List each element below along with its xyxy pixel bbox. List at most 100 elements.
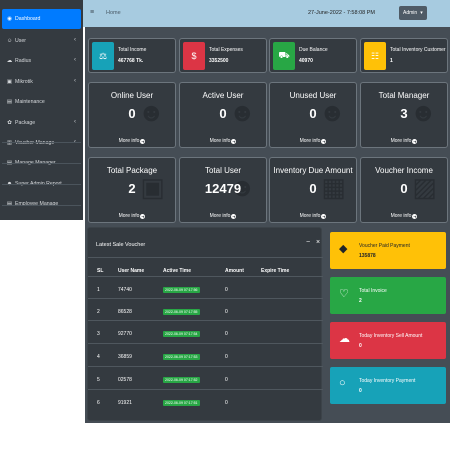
admin-label: Admin — [403, 10, 418, 16]
breadcrumb-home-link[interactable]: Home — [106, 10, 121, 16]
more-info-link[interactable]: More info ➜ — [361, 213, 447, 219]
more-info-label: More info — [209, 138, 231, 144]
heart-icon: ♡ — [339, 288, 349, 300]
row-sl: 3 — [97, 331, 100, 337]
more-info-link[interactable]: More info ➜ — [89, 213, 175, 219]
small-box-title: Online User — [110, 91, 154, 100]
dashboard-content: Latest Sale Voucher − × SL User Name Activ… — [85, 27, 450, 423]
column-header: Expire Time — [261, 268, 290, 274]
stat-box-due-balance: ⛟ Due Balance 40970 — [269, 38, 357, 73]
page: ◉ Dashboard ☺ User ‹ ☁ Radius ‹ ▣ Mikrotik ‹ ▤ Maint… — [0, 0, 450, 450]
sidebar-item-dashboard[interactable]: ◉ Dashboard — [2, 9, 81, 29]
stat-value: 467768 Tk. — [118, 58, 144, 64]
more-info-label: More info — [390, 138, 412, 144]
info-card-total-invoice: ♡ Total Invoice 2 — [330, 277, 446, 314]
arrow-circle-right-icon: ➜ — [321, 139, 327, 144]
tag-icon: ◆ — [339, 243, 348, 255]
small-box-online-user: ☻ Online User 0 More info ➜ — [88, 82, 176, 148]
close-button[interactable]: × — [316, 239, 320, 246]
table-row-divider — [88, 276, 323, 277]
maintenance-icon: ▤ — [6, 99, 13, 105]
sidebar-item-mikrotik[interactable]: ▣ Mikrotik ‹ — [2, 72, 81, 92]
sidebar-item-user[interactable]: ☺ User ‹ — [2, 31, 81, 51]
sidebar-item-radius[interactable]: ☁ Radius ‹ — [2, 51, 81, 71]
small-box-total-package: ▣ Total Package 2 More info ➜ — [88, 157, 176, 223]
dashboard-icon: ◉ — [7, 16, 12, 22]
stat-box-total-inventory-customer: ☷ Total Inventory Customer 1 — [360, 38, 448, 73]
small-box-title: Total User — [204, 166, 241, 175]
voucher-icon: ▥ — [6, 140, 13, 146]
table-row-divider — [88, 320, 323, 321]
sidebar-item-package[interactable]: ✿ Package ‹ — [2, 113, 81, 133]
small-box-value: 0 — [219, 106, 227, 121]
small-box-title: Unused User — [289, 91, 337, 100]
sidebar-item-voucher-manage[interactable]: ▥Voucher Manage‹ — [2, 133, 81, 153]
sidebar-divider — [2, 163, 81, 164]
small-box-total-user: ☻ Total User 12479 More info ➜ — [179, 157, 267, 223]
more-info-label: More info — [299, 213, 321, 219]
info-card-title: Voucher Paid Payment — [359, 243, 410, 249]
header-divider — [88, 257, 323, 258]
chevron-left-icon: ‹ — [74, 78, 76, 84]
more-info-link[interactable]: More info ➜ — [361, 138, 447, 144]
employee-icon: ▤ — [6, 201, 13, 207]
more-info-link[interactable]: More info ➜ — [180, 213, 266, 219]
small-box-value: 0 — [309, 106, 317, 121]
voucher-card-title: Latest Sale Voucher — [96, 242, 146, 248]
arrow-circle-right-icon: ➜ — [412, 214, 418, 219]
row-user-name: 86528 — [118, 309, 132, 315]
active-time-badge: 2022-06-09 07:17:52 — [163, 377, 200, 383]
more-info-link[interactable]: More info ➜ — [180, 138, 266, 144]
cloud-download-icon: ☁ — [339, 333, 350, 345]
sidebar-item-label: User — [15, 38, 26, 44]
admin-dropdown-button[interactable]: Admin ▾ — [399, 6, 427, 20]
row-sl: 6 — [97, 400, 100, 406]
sidebar-divider — [2, 205, 81, 206]
more-info-link[interactable]: More info ➜ — [270, 213, 356, 219]
row-amount: 0 — [225, 309, 228, 315]
info-card-value: 135878 — [359, 253, 376, 259]
radius-icon: ☁ — [6, 58, 13, 64]
caret-down-icon: ▾ — [420, 10, 423, 16]
row-sl: 2 — [97, 309, 100, 315]
small-box-title: Total Manager — [378, 91, 430, 100]
chevron-left-icon: ‹ — [74, 37, 76, 43]
small-box-title: Voucher Income — [375, 166, 433, 175]
menu-toggle-icon[interactable]: ≡ — [90, 9, 94, 16]
sidebar-item-label: Package — [15, 120, 36, 126]
stat-box-total-income: ⚖ Total Income 467768 Tk. — [88, 38, 176, 73]
column-header: User Name — [118, 268, 145, 274]
row-sl: 1 — [97, 287, 100, 293]
info-card-title: Today Inventory Payment — [359, 378, 416, 384]
row-amount: 0 — [225, 354, 228, 360]
minimize-button[interactable]: − — [306, 239, 310, 246]
more-info-link[interactable]: More info ➜ — [89, 138, 175, 144]
active-time-badge: 2022-06-09 07:17:54 — [163, 331, 200, 337]
more-info-link[interactable]: More info ➜ — [270, 138, 356, 144]
small-box-title: Inventory Due Amount — [273, 166, 353, 175]
datetime-display: 27-June-2022 - 7:58:08 PM — [308, 10, 375, 16]
top-navbar: ≡ Home 27-June-2022 - 7:58:08 PM Admin ▾ — [83, 0, 450, 27]
arrow-circle-right-icon: ➜ — [321, 214, 327, 219]
sidebar-item-maintenance[interactable]: ▤ Maintenance — [2, 92, 81, 112]
info-card-value: 2 — [359, 298, 362, 304]
stat-box-total-expenses: $ Total Expenses 3352500 — [179, 38, 267, 73]
row-amount: 0 — [225, 331, 228, 337]
more-info-label: More info — [390, 213, 412, 219]
column-header: SL — [97, 268, 104, 274]
stat-title: Due Balance — [299, 47, 328, 53]
info-card-value: 0 — [359, 388, 362, 394]
info-card-today-inventory-sell-amount: ☁ Today Inventory Sell Amount 0 — [330, 322, 446, 359]
column-header: Active Time — [163, 268, 191, 274]
stat-value: 40970 — [299, 58, 313, 64]
active-time-badge: 2022-06-09 07:17:53 — [163, 354, 200, 360]
sidebar-item-employee-manage[interactable]: ▤ Employee Manage — [2, 194, 81, 214]
stat-value: 3352500 — [209, 58, 229, 64]
chevron-left-icon: ‹ — [74, 119, 76, 125]
info-card-value: 0 — [359, 343, 362, 349]
small-box-value: 0 — [400, 181, 408, 196]
info-card-voucher-paid-payment: ◆ Voucher Paid Payment 135878 — [330, 232, 446, 269]
active-time-badge: 2022-06-09 07:17:55 — [163, 309, 200, 315]
sidebar-divider — [2, 184, 81, 185]
cart-icon: ⛟ — [273, 42, 295, 70]
